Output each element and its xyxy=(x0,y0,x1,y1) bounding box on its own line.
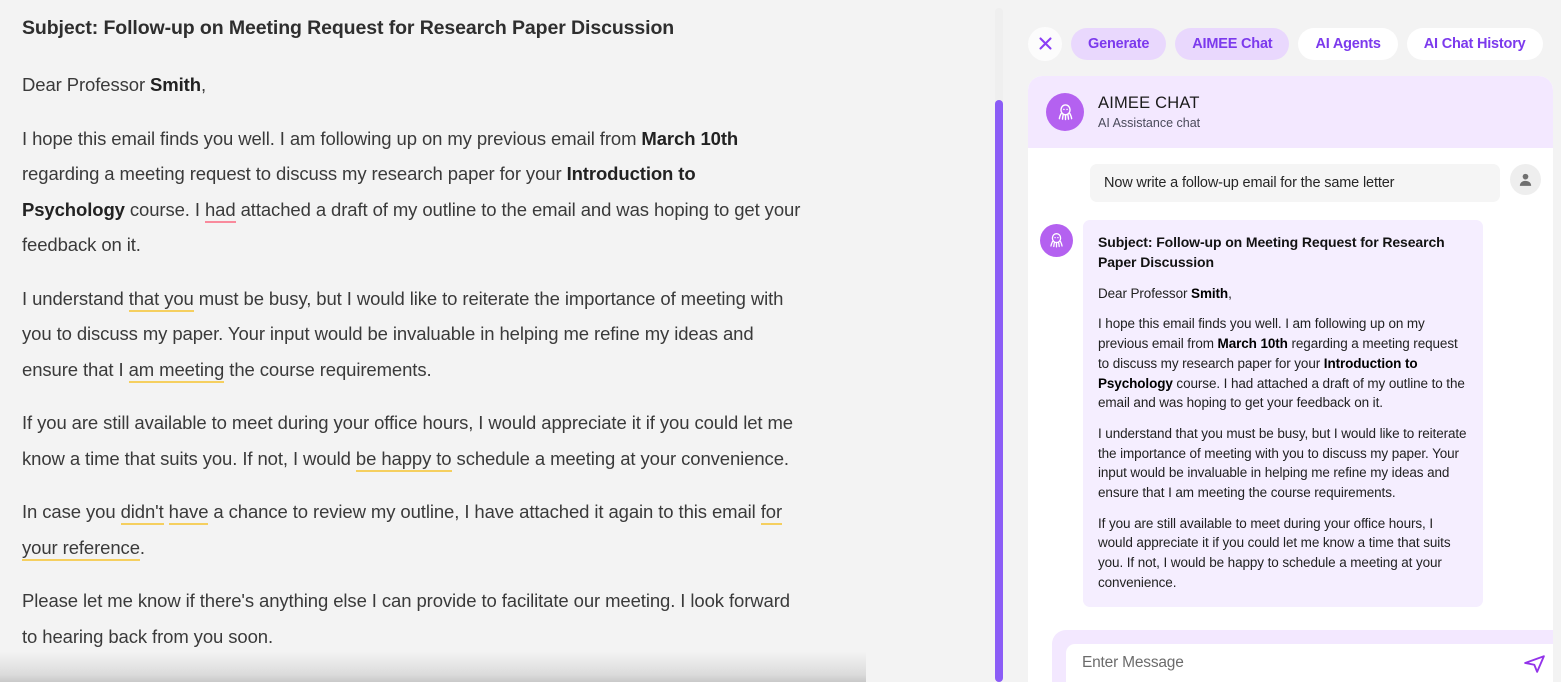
close-panel-button[interactable] xyxy=(1028,26,1062,61)
p4-text-a: In case you xyxy=(22,501,121,523)
ai-message-avatar xyxy=(1040,224,1073,257)
ai-p1-bold-date: March 10th xyxy=(1217,336,1288,352)
document-salutation: Dear Professor Smith, xyxy=(22,67,802,103)
p1-text-d: course. I xyxy=(124,198,205,220)
ai-message-paragraph-3: If you are still available to meet durin… xyxy=(1098,515,1451,590)
ai-message-bubble: Subject: Follow-up on Meeting Request fo… xyxy=(1083,220,1483,607)
p1-bold-date: March 10th xyxy=(641,127,739,149)
chat-message-user: Now write a follow-up email for the same… xyxy=(1040,164,1541,202)
aimee-avatar xyxy=(1046,93,1084,131)
send-icon xyxy=(1524,654,1545,673)
chat-input-wrapper xyxy=(1066,644,1553,682)
grammar-suggestion-had[interactable]: had xyxy=(204,198,236,223)
chat-input-dock xyxy=(1052,630,1553,682)
style-suggestion-that-you[interactable]: that you xyxy=(128,287,194,312)
document-paragraph-1: I hope this email finds you well. I am f… xyxy=(22,121,802,263)
style-suggestion-be-happy-to[interactable]: be happy to xyxy=(355,447,452,472)
user-avatar xyxy=(1510,164,1541,195)
aimee-subtitle: AI Assistance chat xyxy=(1098,115,1201,130)
octopus-icon xyxy=(1050,233,1063,248)
document-paragraph-5: Please let me know if there's anything e… xyxy=(22,590,790,647)
ai-message-salutation: Dear Professor Smith, xyxy=(1098,284,1468,304)
document-scrollbar-thumb[interactable] xyxy=(995,100,1003,682)
tab-aimee-chat[interactable]: AIMEE Chat xyxy=(1175,27,1290,60)
p1-text-a: I hope this email finds you well. I am f… xyxy=(22,127,642,149)
chat-messages: Now write a follow-up email for the same… xyxy=(1028,148,1553,607)
user-message-bubble: Now write a follow-up email for the same… xyxy=(1090,164,1500,202)
salutation-suffix: , xyxy=(200,74,206,96)
aimee-header-text: AIMEE CHAT AI Assistance chat xyxy=(1098,92,1200,131)
document-paragraph-4: In case you didn't have a chance to revi… xyxy=(22,494,802,565)
p4-space xyxy=(164,501,169,522)
chat-toolbar: Generate AIMEE Chat AI Agents AI Chat Hi… xyxy=(1004,0,1561,62)
aimee-chat-header: AIMEE CHAT AI Assistance chat xyxy=(1028,76,1553,148)
p3-text-b: schedule a meeting at your convenience. xyxy=(451,447,790,469)
chat-message-input[interactable] xyxy=(1082,654,1522,672)
octopus-icon xyxy=(1058,103,1072,120)
salutation-name: Smith xyxy=(150,74,201,96)
style-suggestion-am-meeting[interactable]: am meeting xyxy=(128,358,224,383)
style-suggestion-have[interactable]: have xyxy=(168,501,208,526)
chat-message-ai: Subject: Follow-up on Meeting Request fo… xyxy=(1040,220,1541,607)
document-title: Subject: Follow-up on Meeting Request fo… xyxy=(22,17,675,39)
tab-ai-agents[interactable]: AI Agents xyxy=(1298,27,1398,60)
ai-salutation-suffix: , xyxy=(1228,285,1232,301)
salutation-prefix: Dear Professor xyxy=(22,74,151,96)
aimee-title: AIMEE CHAT xyxy=(1098,94,1200,113)
ai-salutation-name: Smith xyxy=(1191,285,1229,301)
send-message-button[interactable] xyxy=(1522,651,1547,676)
tab-ai-chat-history[interactable]: AI Chat History xyxy=(1406,27,1543,60)
p2-text-a: I understand xyxy=(22,287,129,309)
chat-pane: Generate AIMEE Chat AI Agents AI Chat Hi… xyxy=(1004,0,1561,682)
document-pane: Subject: Follow-up on Meeting Request fo… xyxy=(0,0,1004,682)
document-paragraph-3: If you are still available to meet durin… xyxy=(22,405,802,476)
p1-text-c: regarding a meeting request to discuss m… xyxy=(22,163,567,185)
document-scroll-area[interactable]: Subject: Follow-up on Meeting Request fo… xyxy=(0,0,1004,682)
p2-text-c: the course requirements. xyxy=(224,358,432,380)
ai-message-title: Subject: Follow-up on Meeting Request fo… xyxy=(1098,234,1445,270)
ai-message-paragraph-2: I understand that you must be busy, but … xyxy=(1098,425,1467,501)
person-icon xyxy=(1519,173,1532,186)
ai-message-paragraph-1: I hope this email finds you well. I am f… xyxy=(1098,314,1468,413)
close-icon xyxy=(1038,37,1052,50)
p4-text-c: a chance to review my outline, I have at… xyxy=(208,501,761,523)
document-paragraph-2: I understand that you must be busy, but … xyxy=(22,281,802,388)
p4-period: . xyxy=(139,536,145,558)
chat-body: AIMEE CHAT AI Assistance chat Now write … xyxy=(1028,76,1553,682)
ai-salutation-prefix: Dear Professor xyxy=(1098,285,1192,301)
app-root: Subject: Follow-up on Meeting Request fo… xyxy=(0,0,1561,682)
tab-generate[interactable]: Generate xyxy=(1071,27,1167,60)
style-suggestion-didnt[interactable]: didn't xyxy=(120,501,164,526)
